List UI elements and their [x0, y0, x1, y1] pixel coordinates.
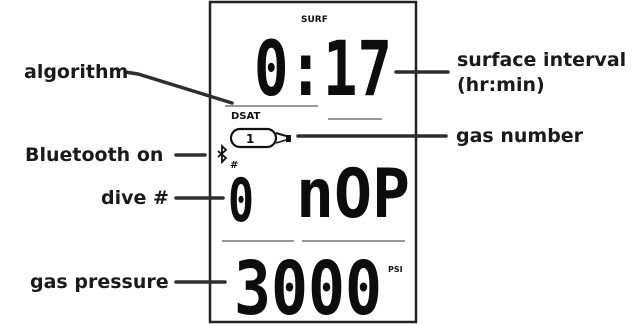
pressure-unit: PSI — [388, 265, 403, 274]
algorithm-label: DSAT — [231, 111, 260, 122]
dive-computer-diagram: SURF 0:17 DSAT 1 # 0 nOP 3000 PSI algori… — [24, 0, 626, 324]
dive-number-readout: 0 — [228, 166, 254, 236]
callout-surface-interval-unit: (hr:min) — [457, 74, 545, 96]
gas-pressure-readout: 3000 — [234, 246, 382, 324]
gas-number-value: 1 — [246, 132, 254, 146]
callout-bluetooth: Bluetooth on — [25, 144, 163, 166]
callout-algorithm: algorithm — [24, 61, 128, 83]
callout-dive-number: dive # — [101, 187, 169, 209]
callout-gas-number: gas number — [456, 125, 584, 147]
surface-interval-readout: 0:17 — [254, 24, 392, 113]
callout-surface-interval: surface interval — [457, 49, 626, 71]
callout-gas-pressure: gas pressure — [30, 271, 169, 293]
gas-pill: 1 — [229, 127, 278, 149]
status-readout: nOP — [296, 155, 410, 234]
